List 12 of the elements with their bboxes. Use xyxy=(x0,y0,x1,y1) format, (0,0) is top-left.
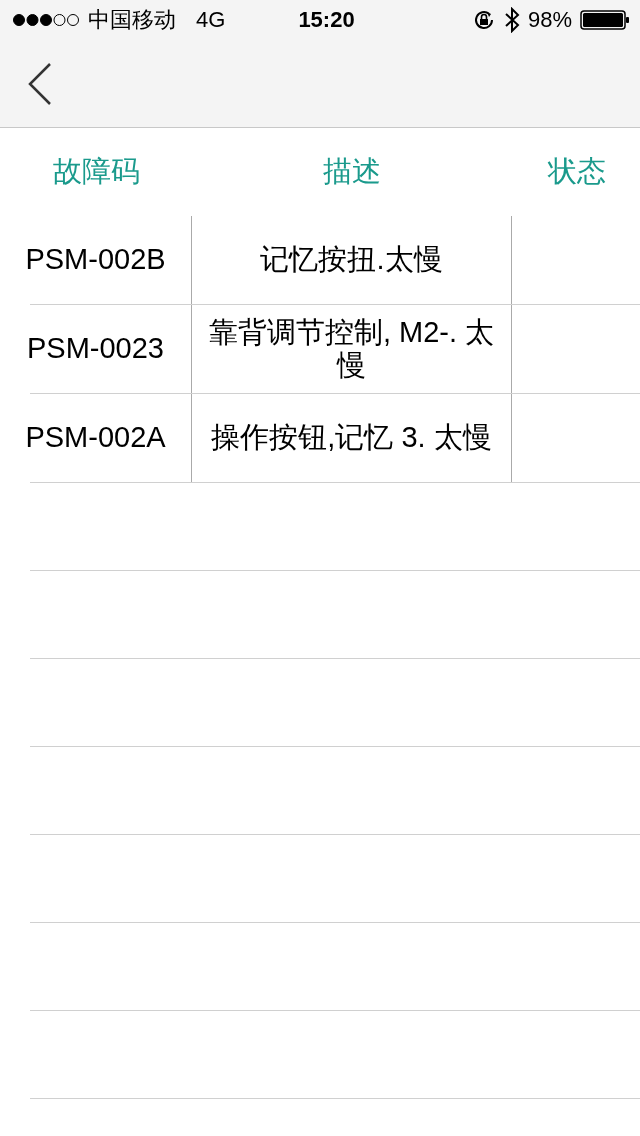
battery-icon xyxy=(580,10,630,30)
clock-time: 15:20 xyxy=(298,7,355,33)
back-chevron-icon xyxy=(28,62,52,105)
bluetooth-icon xyxy=(503,7,520,33)
network-type: 4G xyxy=(196,7,226,33)
carrier-name: 中国移动 xyxy=(88,6,176,34)
signal-strength-icon xyxy=(12,13,80,27)
column-header[interactable]: 描述 xyxy=(192,152,512,192)
back-button[interactable] xyxy=(28,62,52,105)
battery-percent: 98% xyxy=(527,7,572,33)
column-header[interactable]: 状态 xyxy=(512,152,640,192)
column-header[interactable]: 故障码 xyxy=(0,152,192,192)
